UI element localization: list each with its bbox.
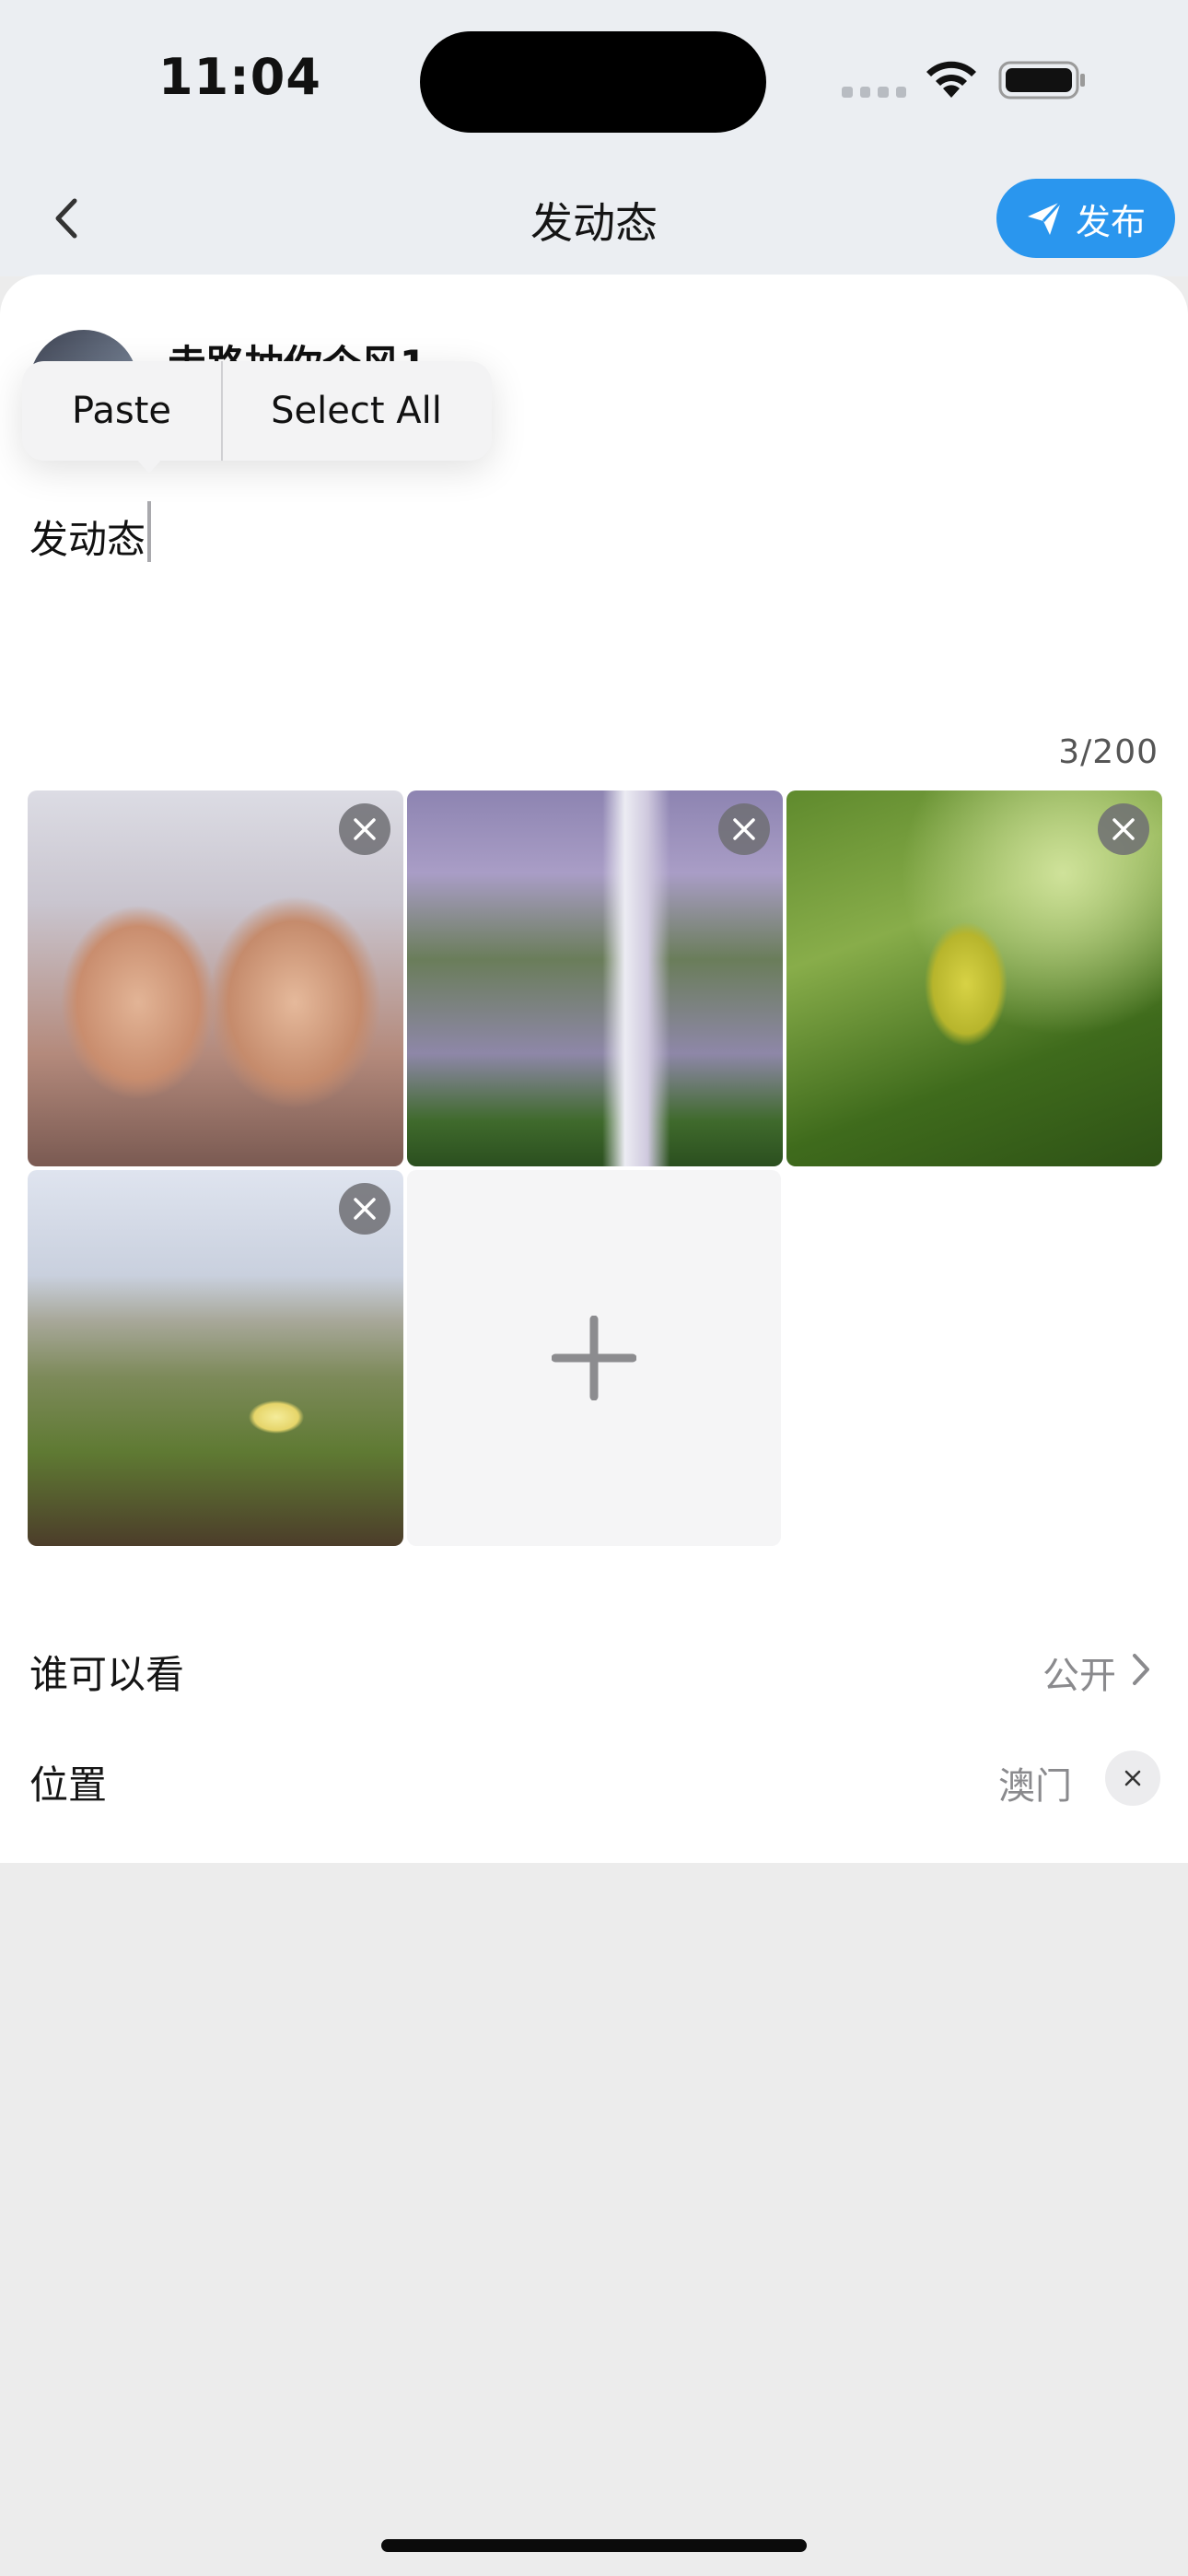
send-icon — [1027, 200, 1063, 235]
publish-label: 发布 — [1075, 201, 1146, 242]
visibility-label: 谁可以看 — [29, 1652, 185, 1697]
close-icon — [1124, 1770, 1141, 1786]
remove-photo-button[interactable] — [718, 803, 770, 855]
post-text-input[interactable]: 发动态 — [29, 509, 146, 565]
chevron-right-icon — [1133, 1654, 1149, 1685]
text-caret — [147, 501, 151, 562]
character-counter: 3/200 — [1058, 733, 1159, 771]
context-menu-pointer — [136, 459, 162, 474]
text-context-menu: Paste Select All — [22, 361, 492, 461]
battery-icon — [998, 61, 1085, 100]
clear-location-button[interactable] — [1105, 1751, 1160, 1806]
location-label: 位置 — [29, 1762, 108, 1808]
close-icon — [733, 818, 755, 840]
photo-thumbnail-2[interactable] — [407, 790, 783, 1166]
home-indicator[interactable] — [381, 2539, 807, 2552]
plus-icon — [552, 1316, 636, 1400]
remove-photo-button[interactable] — [339, 1183, 390, 1235]
remove-photo-button[interactable] — [1098, 803, 1149, 855]
remove-photo-button[interactable] — [339, 803, 390, 855]
cellular-signal-icon — [842, 87, 906, 100]
paste-menu-item[interactable]: Paste — [22, 361, 221, 461]
dynamic-island — [420, 31, 766, 133]
location-value[interactable]: 澳门 — [998, 1756, 1072, 1809]
status-time: 11:04 — [158, 48, 321, 106]
publish-button[interactable]: 发布 — [996, 179, 1175, 258]
photo-thumbnail-4[interactable] — [28, 1170, 403, 1546]
visibility-value[interactable]: 公开 — [1042, 1645, 1116, 1699]
compose-post-screen: 11:04 发动态 发布 走路抽你个风1 Paste Select All — [0, 0, 1188, 2576]
photo-thumbnail-1[interactable] — [28, 790, 403, 1166]
add-photo-button[interactable] — [407, 1170, 781, 1546]
close-icon — [354, 1198, 376, 1220]
photo-thumbnail-3[interactable] — [786, 790, 1162, 1166]
close-icon — [354, 818, 376, 840]
close-icon — [1112, 818, 1135, 840]
wifi-icon — [926, 61, 976, 98]
select-all-menu-item[interactable]: Select All — [223, 361, 490, 461]
